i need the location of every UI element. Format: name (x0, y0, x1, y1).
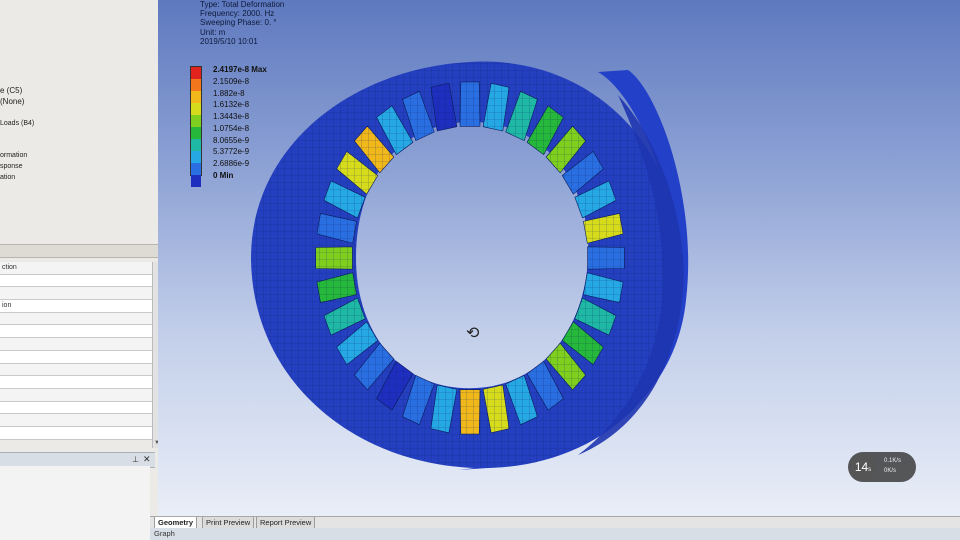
tree-item-solution-info[interactable]: (None) (0, 97, 24, 106)
fps-overlay: 14s 0.1K/s 0K/s (848, 452, 916, 482)
bottom-pane (0, 466, 150, 540)
fps-unit: s (868, 467, 872, 473)
stator-teeth (315, 81, 625, 435)
stator-tooth-mesh (587, 246, 625, 270)
graph-pane-header: Graph (150, 528, 960, 540)
details-row[interactable]: ion (0, 300, 152, 313)
stator-tooth-mesh (460, 81, 480, 127)
details-row[interactable] (0, 312, 152, 326)
fps-stats: 0.1K/s 0K/s (884, 456, 901, 476)
details-grid: ction ion (0, 262, 152, 440)
fps-counter: 14s (850, 454, 876, 480)
details-row[interactable] (0, 350, 152, 364)
stator-model[interactable] (158, 0, 960, 516)
upload-rate: 0.1K/s (884, 458, 902, 464)
tree-item-solution[interactable]: e (C5) (0, 86, 22, 95)
stator-tooth-mesh (460, 389, 480, 435)
tree-item-formation[interactable]: ation (0, 174, 15, 181)
details-pane-header: ⊥ (0, 244, 170, 258)
download-rate: 0K/s (884, 468, 897, 474)
details-row[interactable] (0, 414, 152, 427)
tree-item-deformation[interactable]: ormation (0, 152, 27, 159)
details-row[interactable] (0, 376, 152, 389)
details-row[interactable] (0, 274, 152, 288)
pin-icon[interactable]: ⊥ (132, 455, 139, 464)
tree-item-response[interactable]: sponse (0, 163, 23, 170)
fps-value: 14 (854, 460, 869, 474)
details-row[interactable] (0, 363, 152, 377)
details-row[interactable] (0, 401, 152, 415)
close-icon[interactable]: ✕ (143, 454, 151, 465)
details-row[interactable] (0, 287, 152, 301)
graphics-viewport[interactable]: Type: Total Deformation Frequency: 2000.… (158, 0, 960, 516)
details-row[interactable] (0, 338, 152, 351)
tree-item-loads[interactable]: Loads (B4) (0, 120, 34, 127)
rotate-cursor-icon: ⟲ (466, 325, 480, 342)
details-row[interactable] (0, 426, 152, 440)
stator-tooth-mesh (315, 246, 353, 270)
details-row[interactable]: ction (0, 262, 152, 275)
details-row[interactable] (0, 325, 152, 339)
details-row[interactable] (0, 388, 152, 402)
